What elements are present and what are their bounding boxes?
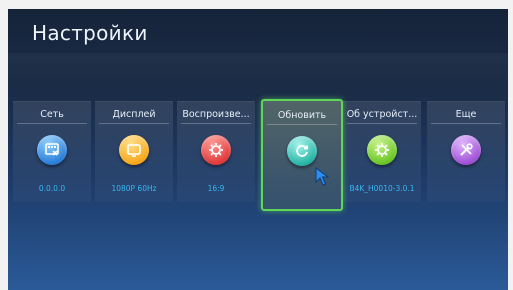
tile-about-device[interactable]: Об устройст... B4K_H0010-3.0.1 xyxy=(343,101,421,202)
tile-divider xyxy=(181,123,251,124)
tile-value-aspect: 16:9 xyxy=(207,184,225,193)
tools-icon xyxy=(451,135,481,165)
display-icon xyxy=(119,135,149,165)
tile-divider xyxy=(99,123,169,124)
page-title: Настройки xyxy=(32,21,148,45)
device-gear-icon xyxy=(367,135,397,165)
tile-label: Обновить xyxy=(277,110,327,121)
tile-network[interactable]: Сеть 0.0.0.0 xyxy=(13,101,91,202)
tile-value-ip: 0.0.0.0 xyxy=(38,184,66,193)
tile-more[interactable]: Еще xyxy=(427,101,505,202)
tile-label: Сеть xyxy=(40,109,64,120)
header-band xyxy=(8,53,508,87)
settings-tile-row: Сеть 0.0.0.0 Дисплей 1080P 60Hz Воспроиз… xyxy=(13,99,505,211)
tile-label: Дисплей xyxy=(112,109,156,120)
settings-screen: Настройки Сеть 0.0.0.0 Дисплей 1080P 60H… xyxy=(8,9,508,290)
tile-playback[interactable]: Воспроизве... 16:9 xyxy=(177,101,255,202)
tile-label: Воспроизве... xyxy=(182,109,250,120)
tile-label: Об устройст... xyxy=(346,109,418,120)
tile-divider xyxy=(267,124,337,125)
tile-divider xyxy=(17,123,87,124)
tile-update[interactable]: Обновить xyxy=(261,99,343,211)
tile-label: Еще xyxy=(455,109,477,120)
tile-divider xyxy=(347,123,417,124)
tile-divider xyxy=(431,123,501,124)
tile-display[interactable]: Дисплей 1080P 60Hz xyxy=(95,101,173,202)
refresh-icon xyxy=(287,136,317,166)
network-icon xyxy=(37,135,67,165)
tile-value-resolution: 1080P 60Hz xyxy=(111,184,157,193)
cursor-icon xyxy=(315,167,330,186)
tile-value-firmware: B4K_H0010-3.0.1 xyxy=(349,184,415,193)
playback-gear-icon xyxy=(201,135,231,165)
